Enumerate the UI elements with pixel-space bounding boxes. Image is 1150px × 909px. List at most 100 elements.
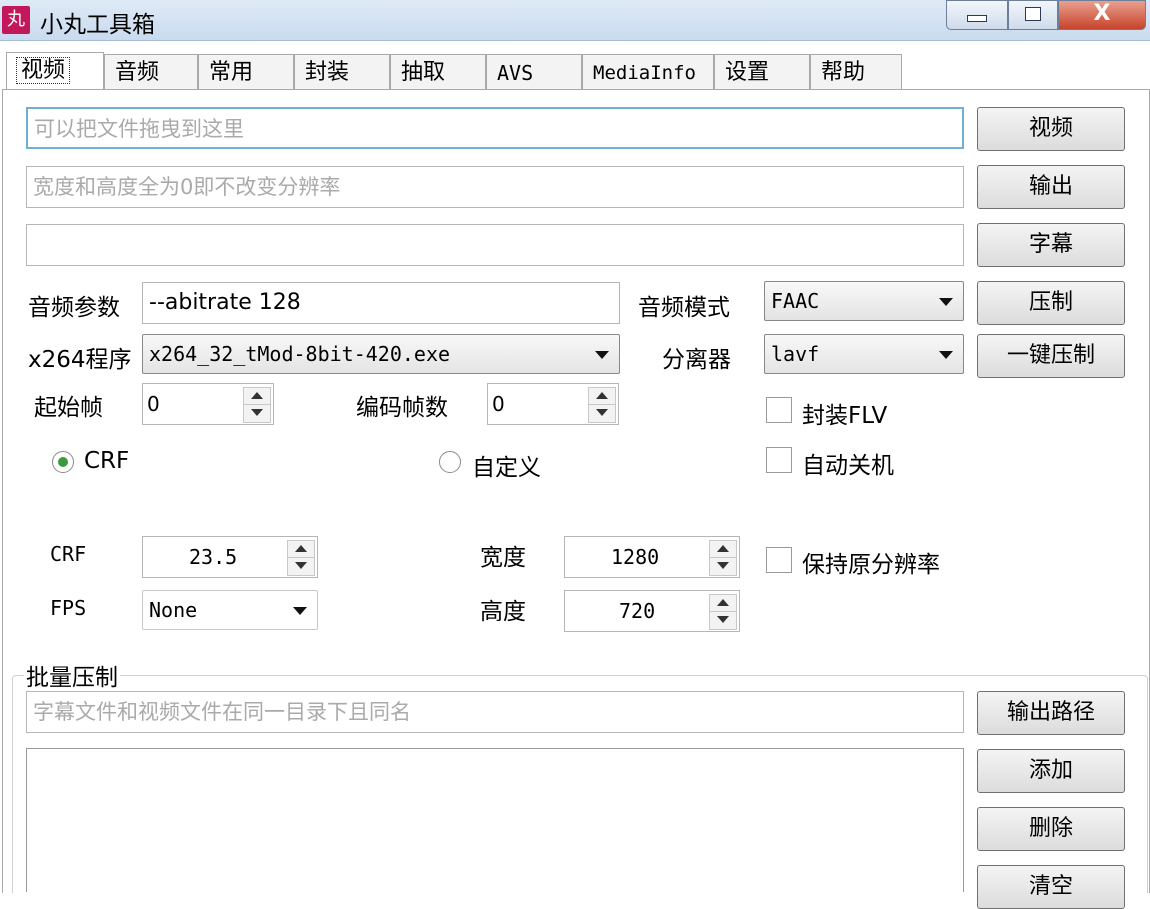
spin-buttons[interactable] bbox=[588, 387, 616, 423]
title-bar: 丸 小丸工具箱 X bbox=[0, 0, 1150, 41]
tab-help[interactable]: 帮助 bbox=[810, 54, 902, 90]
arrow-up-icon bbox=[295, 545, 307, 552]
audio-params-label: 音频参数 bbox=[28, 288, 120, 322]
height-value: 720 bbox=[619, 591, 655, 631]
spin-buttons[interactable] bbox=[243, 387, 271, 423]
arrow-down-icon bbox=[251, 409, 263, 416]
chevron-down-icon bbox=[293, 607, 307, 615]
video-file-input[interactable]: 可以把文件拖曳到这里 bbox=[26, 107, 964, 149]
encode-frames-value: 0 bbox=[492, 384, 505, 424]
crf-label: CRF bbox=[50, 542, 86, 566]
arrow-down-icon bbox=[717, 616, 729, 623]
tab-mediainfo[interactable]: MediaInfo bbox=[582, 54, 714, 90]
clear-button[interactable]: 清空 bbox=[977, 865, 1125, 909]
subtitle-button[interactable]: 字幕 bbox=[977, 223, 1125, 267]
arrow-up-icon bbox=[251, 392, 263, 399]
batch-file-list[interactable] bbox=[26, 748, 964, 892]
custom-radio[interactable] bbox=[439, 451, 461, 473]
tab-avs[interactable]: AVS bbox=[486, 54, 582, 90]
keep-resolution-checkbox[interactable] bbox=[766, 547, 792, 573]
fps-select[interactable]: None bbox=[142, 590, 318, 630]
encode-frames-stepper[interactable]: 0 bbox=[487, 383, 619, 425]
audio-mode-select[interactable]: FAAC bbox=[764, 281, 964, 321]
auto-shutdown-checkbox[interactable] bbox=[766, 447, 792, 473]
arrow-down-icon bbox=[596, 409, 608, 416]
delete-button[interactable]: 删除 bbox=[977, 807, 1125, 851]
width-label: 宽度 bbox=[480, 538, 526, 572]
width-stepper[interactable]: 1280 bbox=[564, 536, 740, 578]
encode-frames-label: 编码帧数 bbox=[356, 388, 448, 422]
output-button[interactable]: 输出 bbox=[977, 165, 1125, 209]
add-button[interactable]: 添加 bbox=[977, 749, 1125, 793]
maximize-button[interactable] bbox=[1008, 0, 1058, 30]
crf-radio-label: CRF bbox=[84, 448, 129, 474]
crf-stepper[interactable]: 23.5 bbox=[142, 536, 318, 578]
crf-value: 23.5 bbox=[189, 537, 237, 577]
arrow-down-icon bbox=[717, 562, 729, 569]
app-icon: 丸 bbox=[2, 6, 30, 34]
keep-resolution-label: 保持原分辨率 bbox=[802, 545, 940, 579]
spin-buttons[interactable] bbox=[287, 540, 315, 576]
chevron-down-icon bbox=[595, 351, 609, 359]
output-file-input[interactable]: 宽度和高度全为0即不改变分辨率 bbox=[26, 166, 964, 208]
video-button[interactable]: 视频 bbox=[977, 107, 1125, 151]
mux-flv-checkbox[interactable] bbox=[766, 397, 792, 423]
arrow-up-icon bbox=[717, 545, 729, 552]
tab-mux[interactable]: 封装 bbox=[294, 54, 390, 90]
tab-audio[interactable]: 音频 bbox=[104, 54, 198, 90]
arrow-down-icon bbox=[295, 562, 307, 569]
spin-buttons[interactable] bbox=[709, 540, 737, 576]
close-button[interactable]: X bbox=[1058, 0, 1146, 30]
tab-label: MediaInfo bbox=[593, 62, 696, 84]
arrow-up-icon bbox=[717, 599, 729, 606]
tab-common[interactable]: 常用 bbox=[198, 54, 294, 90]
height-stepper[interactable]: 720 bbox=[564, 590, 740, 632]
tab-label: 抽取 bbox=[401, 60, 445, 85]
fps-value: None bbox=[149, 598, 197, 622]
tab-label: 封装 bbox=[305, 60, 349, 85]
width-value: 1280 bbox=[611, 537, 659, 577]
start-frame-stepper[interactable]: 0 bbox=[142, 383, 274, 425]
batch-path-input[interactable]: 字幕文件和视频文件在同一目录下且同名 bbox=[26, 691, 964, 733]
close-icon: X bbox=[1094, 1, 1111, 26]
x264-program-select[interactable]: x264_32_tMod-8bit-420.exe bbox=[142, 334, 620, 374]
custom-radio-label: 自定义 bbox=[472, 448, 541, 482]
tab-label: AVS bbox=[497, 61, 533, 85]
tab-label: 设置 bbox=[725, 60, 769, 85]
minimize-icon bbox=[967, 15, 987, 22]
tab-label: 常用 bbox=[209, 60, 253, 85]
x264-program-value: x264_32_tMod-8bit-420.exe bbox=[149, 342, 450, 366]
x264-label: x264程序 bbox=[28, 340, 132, 374]
minimize-button[interactable] bbox=[946, 0, 1008, 30]
tab-label: 帮助 bbox=[821, 60, 865, 85]
window-title: 小丸工具箱 bbox=[40, 5, 155, 39]
auto-shutdown-label: 自动关机 bbox=[802, 446, 894, 480]
splitter-value: lavf bbox=[771, 342, 819, 366]
mux-flv-label: 封装FLV bbox=[802, 396, 887, 430]
crf-radio[interactable] bbox=[52, 451, 74, 473]
height-label: 高度 bbox=[480, 592, 526, 626]
tab-label: 视频 bbox=[17, 58, 69, 83]
start-frame-value: 0 bbox=[147, 384, 160, 424]
arrow-up-icon bbox=[596, 392, 608, 399]
tab-label: 音频 bbox=[115, 60, 159, 85]
window-controls: X bbox=[946, 0, 1146, 30]
batch-group-title: 批量压制 bbox=[24, 658, 120, 692]
subtitle-file-input[interactable] bbox=[26, 224, 964, 266]
tab-extract[interactable]: 抽取 bbox=[390, 54, 486, 90]
splitter-select[interactable]: lavf bbox=[764, 334, 964, 374]
tab-settings[interactable]: 设置 bbox=[714, 54, 810, 90]
audio-mode-value: FAAC bbox=[771, 289, 819, 313]
fps-label: FPS bbox=[50, 596, 86, 620]
start-frame-label: 起始帧 bbox=[34, 388, 103, 422]
tab-video[interactable]: 视频 bbox=[6, 52, 104, 91]
output-path-button[interactable]: 输出路径 bbox=[977, 691, 1125, 735]
one-click-compress-button[interactable]: 一键压制 bbox=[977, 334, 1125, 378]
spin-buttons[interactable] bbox=[709, 594, 737, 630]
chevron-down-icon bbox=[939, 298, 953, 306]
maximize-icon bbox=[1025, 7, 1041, 21]
compress-button[interactable]: 压制 bbox=[977, 281, 1125, 325]
tab-bar: 视频 音频 常用 封装 抽取 AVS MediaInfo 设置 帮助 bbox=[0, 52, 1150, 90]
audio-params-input[interactable]: --abitrate 128 bbox=[142, 282, 620, 324]
chevron-down-icon bbox=[939, 351, 953, 359]
